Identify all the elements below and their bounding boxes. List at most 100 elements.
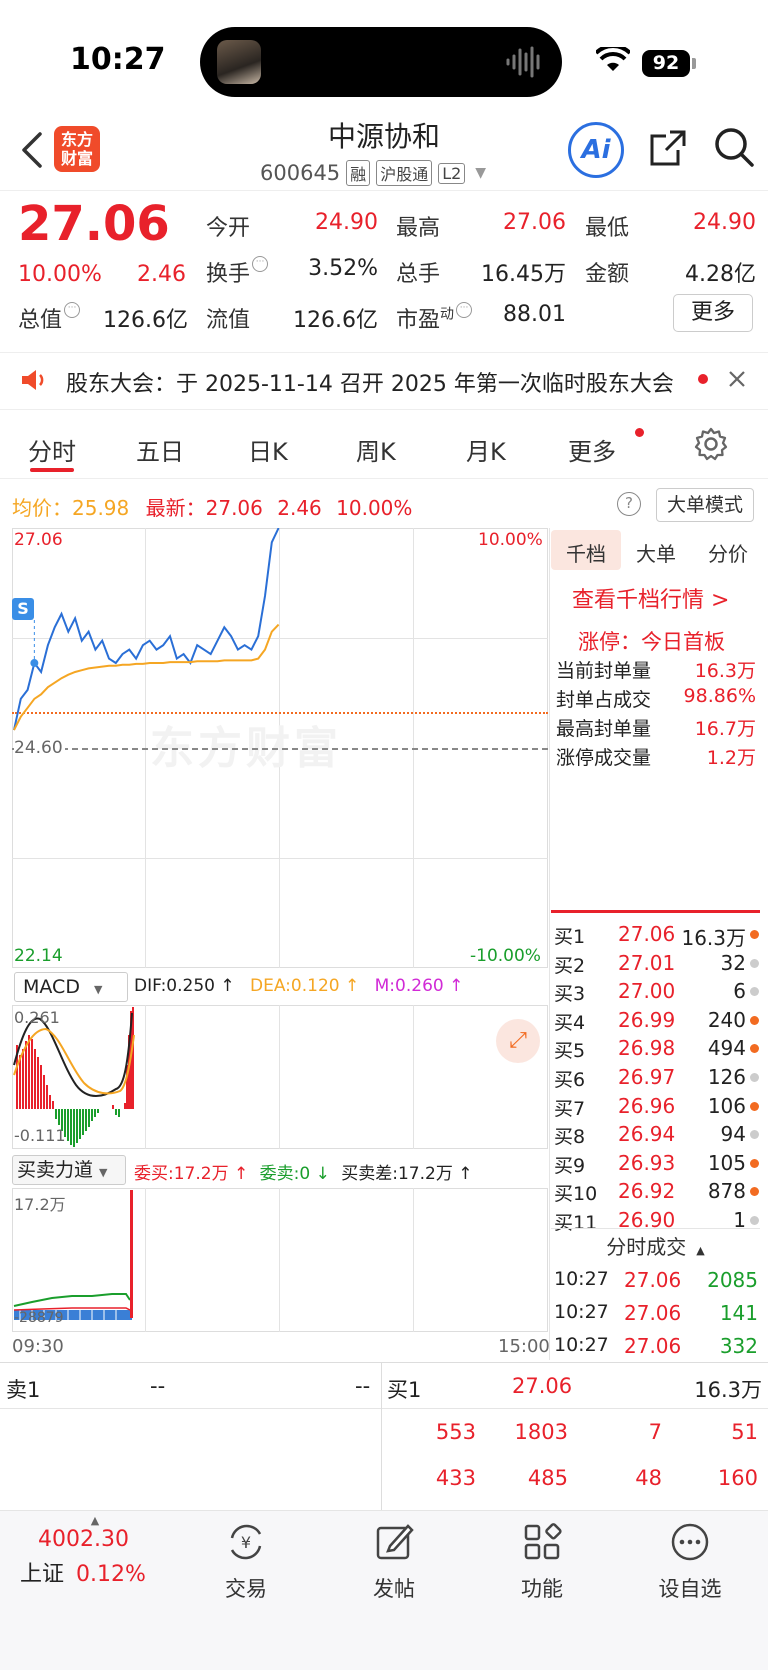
bid-label: 买2 <box>554 954 586 977</box>
buy1-volume: 16.3万 <box>694 1378 762 1402</box>
order-cell: 51 <box>731 1420 758 1444</box>
mktcap-label[interactable]: 总值 ··· <box>18 302 81 334</box>
tab-more[interactable]: 更多 <box>568 432 616 467</box>
tab-more-dot <box>635 428 644 437</box>
order-cell: 485 <box>527 1466 568 1490</box>
tabs-divider <box>0 478 768 479</box>
tab-intraday[interactable]: 分时 <box>28 432 76 467</box>
big-order-mode-button[interactable]: 大单模式 <box>656 488 754 522</box>
trade-volume: 332 <box>719 1334 758 1358</box>
pe-label[interactable]: 市盈动 ··· <box>396 302 473 334</box>
search-icon[interactable] <box>713 126 755 168</box>
order-cell: 433 <box>435 1466 476 1490</box>
trade-price: 27.06 <box>624 1334 682 1358</box>
pct-axis-top: 10.00% <box>478 530 543 550</box>
sell1-volume: -- <box>355 1374 371 1398</box>
right-panel-divider <box>549 528 550 1360</box>
bid-label: 买9 <box>554 1154 586 1177</box>
bid-activity-dot <box>750 1101 759 1111</box>
trades-header[interactable]: 分时成交 ▲ <box>551 1228 760 1264</box>
limit-up-title: 涨停：今日首板 <box>578 630 725 654</box>
nav-trade[interactable]: ¥ 交易 <box>196 1520 296 1603</box>
macd-selector[interactable]: MACD ▼ <box>14 972 128 1002</box>
info-icon: ··· <box>252 256 269 272</box>
ai-assistant-button[interactable]: Ai <box>568 122 624 178</box>
y-axis-top: 27.06 <box>14 530 63 550</box>
volume-value: 16.45万 <box>481 262 566 287</box>
amount-label: 金额 <box>585 262 630 287</box>
bid-price: 26.98 <box>618 1036 676 1061</box>
tab-weekly-k[interactable]: 周K <box>356 432 396 467</box>
bid-volume: 878 <box>707 1179 746 1204</box>
volume-label: 总手 <box>396 262 441 287</box>
stat-label: 涨停成交量 <box>556 747 652 769</box>
audio-wave-icon <box>506 46 540 78</box>
chevron-up-icon: ▲ <box>90 1514 100 1527</box>
share-icon[interactable] <box>648 128 688 168</box>
bid-volume: 494 <box>707 1036 746 1061</box>
bid-activity-dot <box>750 1130 759 1140</box>
order-cell: 160 <box>717 1466 758 1490</box>
amount-value: 4.28亿 <box>685 262 756 287</box>
bid-activity-dot <box>750 1015 759 1025</box>
notice-text[interactable]: 股东大会：于 2025-11-14 召开 2025 年第一次临时股东大会 <box>66 366 676 398</box>
bid-activity-dot <box>750 987 759 997</box>
bid-price: 26.99 <box>618 1007 676 1032</box>
gear-icon[interactable] <box>694 427 728 461</box>
buy1-price: 27.06 <box>512 1374 573 1398</box>
low-value: 24.90 <box>693 210 756 235</box>
bid-label: 买3 <box>554 983 586 1006</box>
bid-activity-dot <box>750 930 759 939</box>
svg-text:¥: ¥ <box>241 1533 251 1552</box>
bid-activity-dot <box>750 1073 759 1082</box>
nav-post[interactable]: 发帖 <box>344 1520 444 1603</box>
float-label: 流值 <box>206 308 251 333</box>
stat-value: 98.86% <box>683 685 756 707</box>
help-icon[interactable]: ? <box>617 492 641 516</box>
stock-code: 600645 <box>260 161 341 185</box>
trade-price: 27.06 <box>624 1301 682 1325</box>
depth-link[interactable]: 查看千档行情 > <box>572 582 729 614</box>
high-label: 最高 <box>396 216 441 241</box>
info-icon: ··· <box>456 302 473 318</box>
close-icon[interactable] <box>728 370 746 388</box>
trade-price: 27.06 <box>624 1268 682 1292</box>
bid-label: 买4 <box>554 1011 586 1034</box>
macd-values: DIF:0.250 ↑ DEA:0.120 ↑ M:0.260 ↑ <box>134 976 464 996</box>
bid-activity-dot <box>750 1187 759 1197</box>
bid-price: 27.06 <box>618 922 676 946</box>
tab-five-day[interactable]: 五日 <box>136 432 184 467</box>
stock-code-row[interactable]: 600645 融 沪股通 L2 ▼ <box>260 160 486 186</box>
tab-monthly-k[interactable]: 月K <box>466 432 506 467</box>
nav-functions[interactable]: 功能 <box>492 1520 592 1603</box>
bid-price: 26.97 <box>618 1065 676 1089</box>
tab-depth[interactable]: 千档 <box>566 538 606 567</box>
now-playing-thumbnail <box>217 40 261 84</box>
tab-big-order[interactable]: 大单 <box>636 538 676 567</box>
event-marker[interactable]: S <box>12 598 34 620</box>
expand-icon[interactable]: ⤢ <box>496 1019 540 1063</box>
low-label: 最低 <box>585 216 630 241</box>
unread-dot <box>698 374 708 384</box>
force-values: 委买:17.2万 ↑ 委卖:0 ↓ 买卖差:17.2万 ↑ <box>134 1164 473 1184</box>
wifi-icon <box>596 47 630 71</box>
bid-activity-dot <box>750 1044 759 1054</box>
x-axis-start: 09:30 <box>12 1336 64 1357</box>
more-quote-button[interactable]: 更多 <box>673 294 753 332</box>
tab-price-distribution[interactable]: 分价 <box>708 538 748 567</box>
nav-add-watchlist[interactable]: 设自选 <box>640 1520 740 1603</box>
bid-activity-dot <box>750 1216 759 1225</box>
bid-activity-dot <box>750 958 759 968</box>
average-line <box>13 623 280 731</box>
stat-value: 1.2万 <box>706 747 756 769</box>
turnover-label[interactable]: 换手 ··· <box>206 256 269 288</box>
header-divider <box>0 190 768 191</box>
sell1-label: 卖1 <box>6 1378 41 1402</box>
margin-tag: 融 <box>346 160 371 186</box>
pct-axis-bottom: -10.00% <box>470 946 541 966</box>
bid-label: 买1 <box>554 926 586 948</box>
macd-axis-top: 0.261 <box>14 1008 60 1027</box>
force-selector[interactable]: 买卖力道 ▼ <box>12 1155 126 1185</box>
tab-daily-k[interactable]: 日K <box>248 432 288 467</box>
index-ticker[interactable]: ▲ 4002.30 上证 0.12% <box>20 1514 170 1588</box>
